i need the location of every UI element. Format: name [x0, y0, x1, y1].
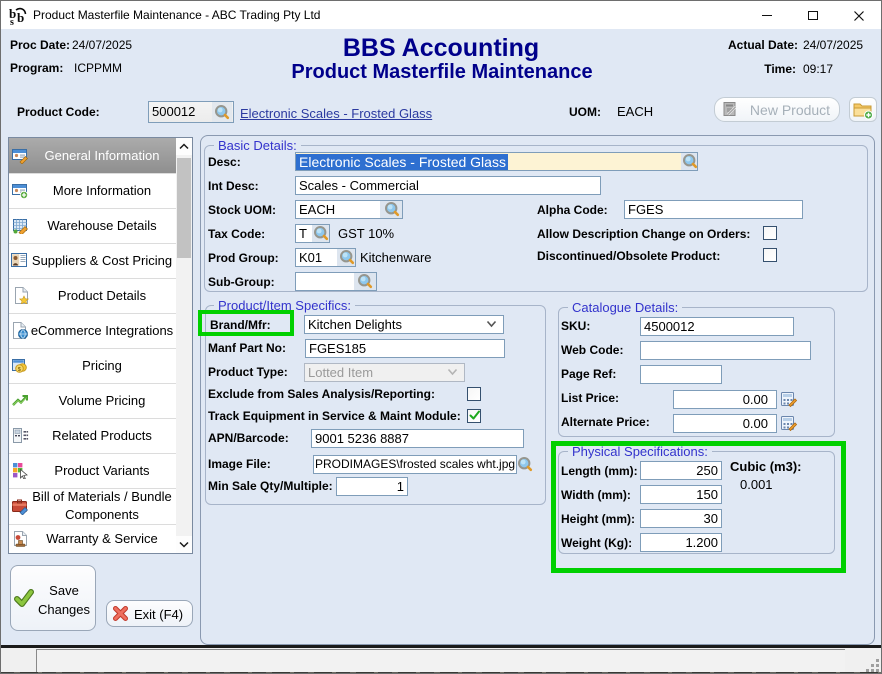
svg-text:$: $ — [18, 367, 21, 373]
svg-text:s: s — [10, 17, 14, 26]
svg-text:b: b — [17, 10, 24, 25]
